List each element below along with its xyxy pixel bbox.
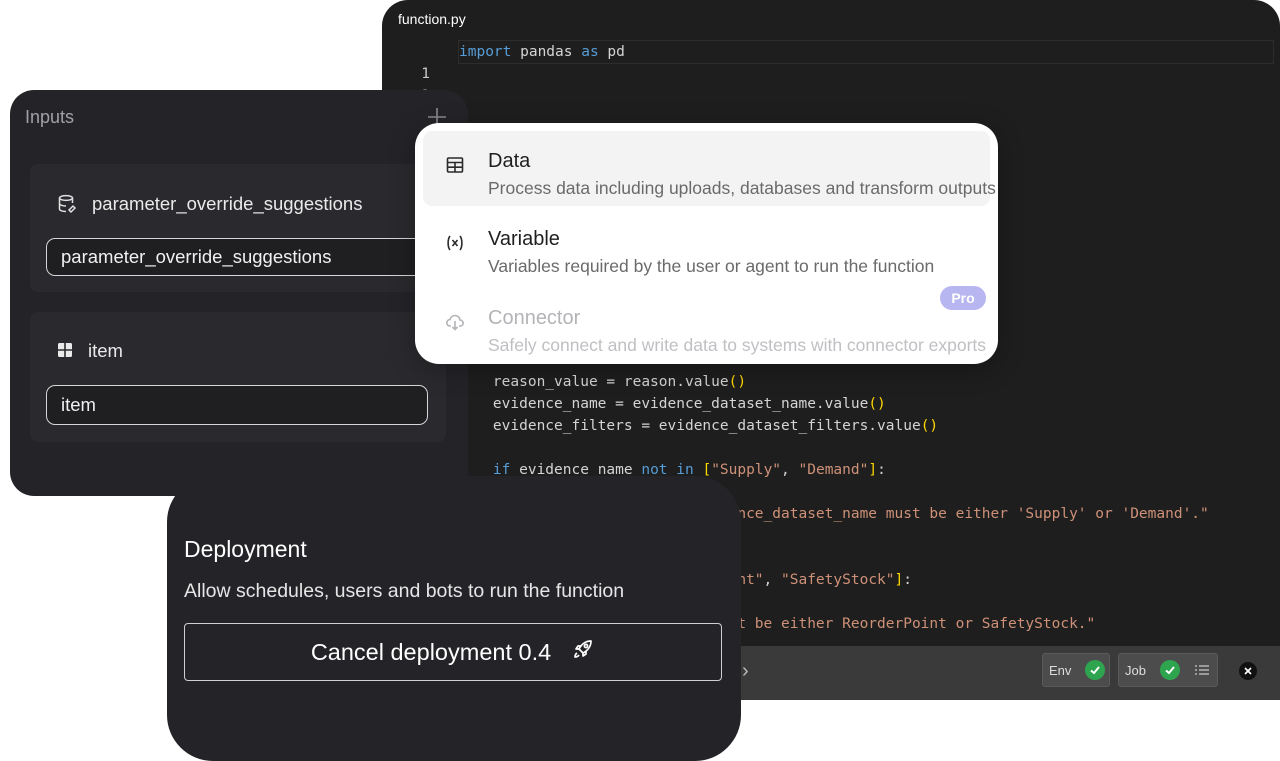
input-name: item bbox=[88, 340, 123, 361]
add-input-menu: Data Process data including uploads, dat… bbox=[415, 123, 998, 364]
env-label: Env bbox=[1049, 662, 1072, 678]
menu-item-description: Safely connect and write data to systems… bbox=[488, 335, 987, 355]
cancel-deployment-button[interactable]: Cancel deployment 0.4 bbox=[184, 623, 722, 681]
menu-item-title: Connector bbox=[488, 307, 581, 329]
list-icon[interactable] bbox=[1195, 663, 1209, 682]
deployment-title: Deployment bbox=[184, 536, 307, 562]
job-label: Job bbox=[1125, 662, 1146, 678]
pro-badge: Pro bbox=[940, 286, 986, 310]
menu-item-data[interactable]: Data Process data including uploads, dat… bbox=[423, 131, 996, 206]
deployment-panel: Deployment Allow schedules, users and bo… bbox=[167, 476, 741, 761]
editor-tab-filename[interactable]: function.py bbox=[398, 11, 466, 27]
deployment-description: Allow schedules, users and bots to run t… bbox=[184, 580, 625, 602]
menu-item-connector[interactable]: Connector Safely connect and write data … bbox=[423, 288, 990, 363]
close-icon[interactable] bbox=[1239, 662, 1257, 680]
input-card: item bbox=[30, 312, 446, 442]
menu-item-description: Process data including uploads, database… bbox=[488, 178, 996, 198]
chevron-right-icon[interactable]: › bbox=[742, 660, 749, 683]
menu-item-description: Variables required by the user or agent … bbox=[488, 256, 935, 276]
input-value-field[interactable] bbox=[46, 238, 428, 276]
inputs-title: Inputs bbox=[25, 107, 75, 127]
menu-item-title: Data bbox=[488, 150, 531, 172]
code-line-import: import pandas as pd bbox=[458, 40, 1274, 64]
input-card: parameter_override_suggestions bbox=[30, 164, 446, 292]
variable-icon bbox=[445, 233, 465, 253]
input-name: parameter_override_suggestions bbox=[92, 193, 363, 214]
menu-item-title: Variable bbox=[488, 228, 560, 250]
cancel-deployment-label: Cancel deployment 0.4 bbox=[310, 638, 552, 665]
grid-icon bbox=[57, 342, 73, 363]
input-value-field[interactable] bbox=[46, 385, 428, 425]
check-icon bbox=[1160, 660, 1180, 680]
table-icon bbox=[445, 155, 465, 175]
rocket-icon bbox=[571, 637, 595, 667]
env-status[interactable]: Env bbox=[1042, 653, 1110, 687]
inputs-panel: Inputs parameter_override_suggestions it… bbox=[10, 90, 468, 496]
database-icon bbox=[57, 194, 77, 219]
check-icon bbox=[1085, 660, 1105, 680]
menu-item-variable[interactable]: Variable Variables required by the user … bbox=[423, 209, 990, 284]
cloud-download-icon bbox=[445, 312, 465, 332]
job-status[interactable]: Job bbox=[1118, 653, 1218, 687]
